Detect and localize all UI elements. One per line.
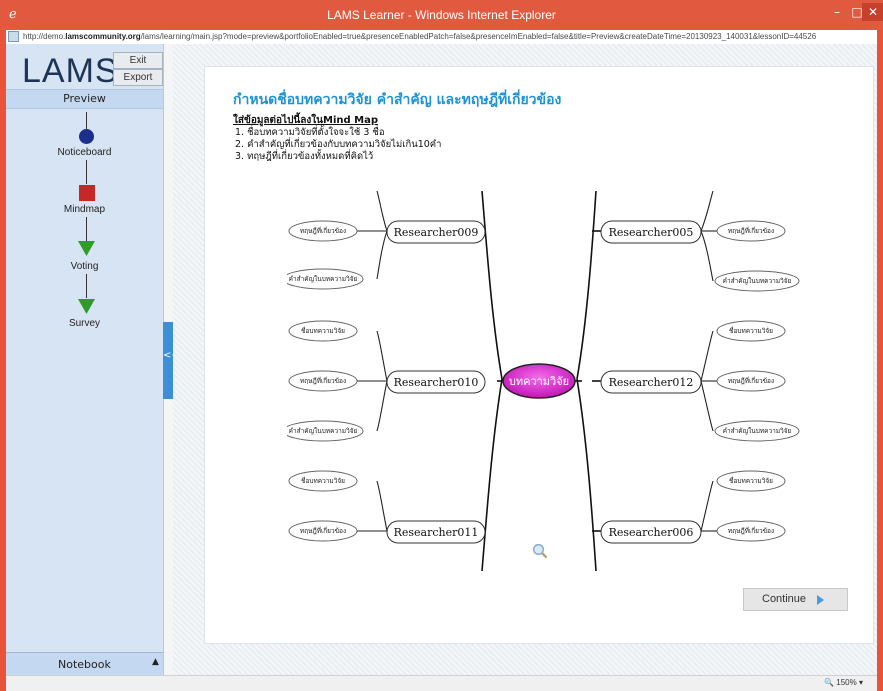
- researcher-label: Researcher006: [609, 526, 694, 539]
- circle-icon[interactable]: [78, 128, 95, 145]
- leaf-node[interactable]: ทฤษฎีที่เกี่ยวข้อง: [716, 520, 786, 542]
- instruction-item: 3. ทฤษฎีที่เกี่ยวข้องทั้งหมดที่คิดไว้: [235, 151, 374, 162]
- leaf-label: คำสำคัญในบทความวิจัย: [289, 427, 358, 435]
- url-path: /lams/learning/main.jsp?mode=preview&por…: [140, 32, 817, 41]
- zoom-level[interactable]: 🔍 150% ▾: [824, 678, 863, 687]
- content-area: LAMS Exit Export Preview Noticeboard Min…: [6, 44, 877, 676]
- leaf-label: ทฤษฎีที่เกี่ยวข้อง: [728, 226, 774, 235]
- sequence-line: [86, 274, 87, 298]
- url-domain: lamscommunity.org: [65, 32, 141, 41]
- leaf-node[interactable]: ชื่อบทความวิจัย: [716, 320, 786, 342]
- address-bar[interactable]: http://demo.lamscommunity.org/lams/learn…: [6, 30, 877, 44]
- researcher-label: Researcher009: [394, 226, 479, 239]
- researcher-node[interactable]: Researcher006: [600, 520, 702, 544]
- leaf-node[interactable]: คำสำคัญในบทความวิจัย: [714, 270, 800, 292]
- researcher-node[interactable]: Researcher011: [386, 520, 486, 544]
- sequence-line: [86, 217, 87, 241]
- center-label: บทความวิจัย: [509, 375, 569, 388]
- status-bar: 🔍 150% ▾: [6, 675, 877, 691]
- researcher-node[interactable]: Researcher010: [386, 370, 486, 394]
- collapse-chevrons-icon: <<: [163, 350, 180, 361]
- activity-panel: กำหนดชื่อบทความวิจัย คำสำคัญ และทฤษฎีที่…: [204, 66, 874, 644]
- leaf-node[interactable]: ชื่อบทความวิจัย: [288, 470, 358, 492]
- minimize-button[interactable]: –: [826, 3, 848, 21]
- leaf-node[interactable]: ทฤษฎีที่เกี่ยวข้อง: [716, 220, 786, 242]
- researcher-label: Researcher005: [609, 226, 694, 239]
- leaf-label: คำสำคัญในบทความวิจัย: [289, 275, 358, 283]
- activity-voting[interactable]: Voting: [6, 261, 163, 272]
- window-title: LAMS Learner - Windows Internet Explorer: [327, 8, 556, 22]
- activity-survey[interactable]: Survey: [6, 318, 163, 329]
- close-button[interactable]: ✕: [862, 3, 883, 21]
- leaf-label: ทฤษฎีที่เกี่ยวข้อง: [728, 526, 774, 535]
- sequence-line: [86, 160, 87, 184]
- lams-logo: LAMS: [22, 52, 119, 90]
- leaf-label: ชื่อบทความวิจัย: [301, 476, 345, 485]
- sidebar: LAMS Exit Export Preview Noticeboard Min…: [6, 44, 164, 676]
- leaf-node[interactable]: ทฤษฎีที่เกี่ยวข้อง: [288, 370, 358, 392]
- zoom-icon[interactable]: [532, 543, 548, 559]
- triangle-down-icon[interactable]: [78, 299, 95, 314]
- researcher-label: Researcher011: [394, 526, 479, 539]
- leaf-node[interactable]: ทฤษฎีที่เกี่ยวข้อง: [288, 220, 358, 242]
- leaf-node[interactable]: ทฤษฎีที่เกี่ยวข้อง: [288, 520, 358, 542]
- leaf-label: ชื่อบทความวิจัย: [729, 326, 773, 335]
- researcher-node[interactable]: Researcher009: [386, 220, 486, 244]
- researcher-node[interactable]: Researcher005: [600, 220, 702, 244]
- researcher-label: Researcher010: [394, 376, 479, 389]
- continue-button[interactable]: Continue: [743, 588, 848, 611]
- leaf-label: ชื่อบทความวิจัย: [301, 326, 345, 335]
- leaf-label: คำสำคัญในบทความวิจัย: [723, 277, 792, 285]
- leaf-node[interactable]: ทฤษฎีที่เกี่ยวข้อง: [716, 370, 786, 392]
- leaf-node[interactable]: คำสำคัญในบทความวิจัย: [287, 420, 364, 442]
- leaf-label: ทฤษฎีที่เกี่ยวข้อง: [300, 376, 346, 385]
- activity-mindmap[interactable]: Mindmap: [6, 204, 163, 215]
- center-node[interactable]: บทความวิจัย: [502, 363, 576, 399]
- leaf-label: ทฤษฎีที่เกี่ยวข้อง: [300, 226, 346, 235]
- leaf-label: ชื่อบทความวิจัย: [729, 476, 773, 485]
- url-prefix: http://demo.: [23, 32, 66, 41]
- exit-button[interactable]: Exit: [113, 52, 163, 69]
- researcher-label: Researcher012: [609, 376, 694, 389]
- leaf-node[interactable]: คำสำคัญในบทความวิจัย: [714, 420, 800, 442]
- leaf-node[interactable]: ชื่อบทความวิจัย: [288, 320, 358, 342]
- square-icon[interactable]: [79, 185, 95, 201]
- activity-noticeboard[interactable]: Noticeboard: [6, 147, 163, 158]
- page-title: กำหนดชื่อบทความวิจัย คำสำคัญ และทฤษฎีที่…: [233, 92, 562, 108]
- zoom-value: 150%: [836, 678, 857, 687]
- leaf-node[interactable]: ชื่อบทความวิจัย: [716, 470, 786, 492]
- leaf-label: คำสำคัญในบทความวิจัย: [723, 427, 792, 435]
- page-icon: [8, 31, 19, 43]
- window-titlebar: ℯ LAMS Learner - Windows Internet Explor…: [0, 0, 883, 30]
- triangle-down-icon[interactable]: [78, 241, 95, 256]
- preview-bar: Preview: [6, 89, 163, 109]
- leaf-label: ทฤษฎีที่เกี่ยวข้อง: [728, 376, 774, 385]
- leaf-node[interactable]: คำสำคัญในบทความวิจัย: [287, 268, 364, 290]
- export-button[interactable]: Export: [113, 69, 163, 86]
- play-arrow-icon: [817, 595, 824, 605]
- expand-up-icon[interactable]: ▲: [152, 657, 159, 667]
- notebook-label: Notebook: [58, 658, 111, 671]
- mindmap-canvas[interactable]: Researcher009 Researcher010 Researcher01…: [287, 191, 803, 571]
- notebook-bar[interactable]: Notebook ▲: [6, 652, 163, 676]
- continue-label: Continue: [762, 593, 807, 605]
- collapse-sidebar-button[interactable]: <<: [163, 322, 180, 399]
- researcher-node[interactable]: Researcher012: [600, 370, 702, 394]
- leaf-label: ทฤษฎีที่เกี่ยวข้อง: [300, 526, 346, 535]
